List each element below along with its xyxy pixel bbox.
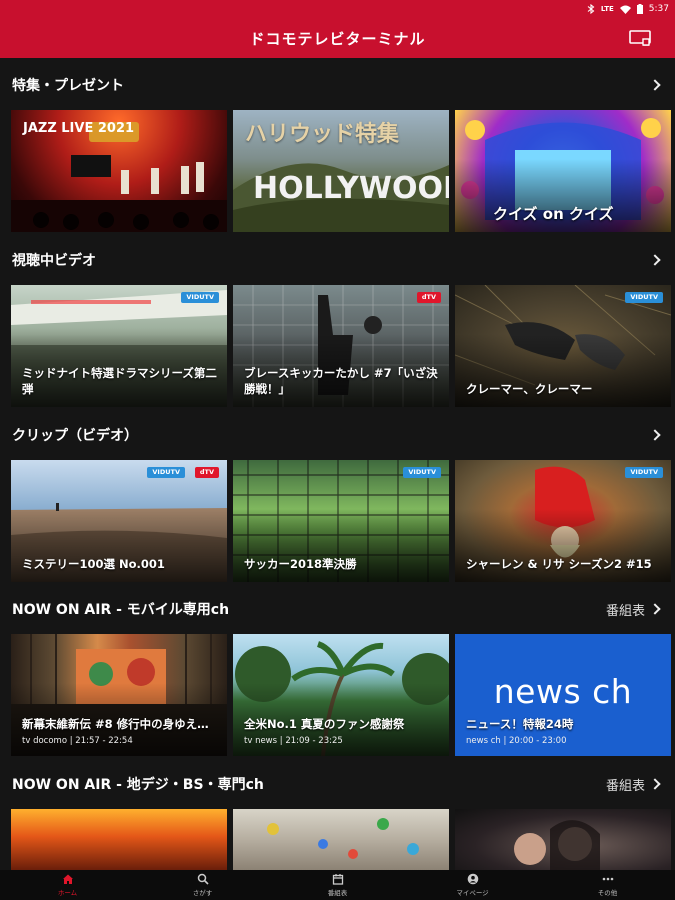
chevron-right-icon[interactable] <box>649 429 661 441</box>
vidutv-badge: VIDUTV <box>147 467 185 478</box>
svg-text:HOLLYWOOD: HOLLYWOOD <box>253 171 449 206</box>
card-quiz[interactable]: クイズ on クイズ <box>455 110 671 232</box>
card-couple[interactable] <box>455 809 671 870</box>
app-bar: ドコモテレビターミナル <box>0 18 675 58</box>
section-title: NOW ON AIR - モバイル専用ch <box>12 602 230 618</box>
section-broadcast-channels: NOW ON AIR - 地デジ・BS・専門ch 番組表 <box>0 759 675 870</box>
home-icon <box>62 874 73 884</box>
chevron-right-icon <box>649 603 661 615</box>
search-icon <box>197 873 209 885</box>
news-channel-logo: news ch <box>493 672 633 711</box>
nav-label: 番組表 <box>327 889 348 897</box>
card-title: ミッドナイト特選ドラマシリーズ第二弾 <box>22 366 217 396</box>
climbing-wall-image <box>267 818 419 859</box>
dtv-badge: dTV <box>194 467 219 478</box>
app-title: ドコモテレビターミナル <box>249 29 426 48</box>
chevron-right-icon <box>649 778 661 790</box>
card-title: クイズ on クイズ <box>493 205 614 223</box>
program-guide-label: 番組表 <box>605 603 645 619</box>
section-header: NOW ON AIR - モバイル専用ch 番組表 <box>0 584 675 634</box>
section-watching: 視聴中ビデオ VIDUTV ミッドナイト特選ドラマシリーズ第二弾 dTV ブレー… <box>0 235 675 407</box>
card-title: クレーマー、クレーマー <box>466 382 593 396</box>
program-guide-label: 番組表 <box>605 778 645 794</box>
card-title: ハリウッド特集 <box>245 122 400 147</box>
chevron-right-icon[interactable] <box>649 79 661 91</box>
card-jazz-live[interactable]: JAZZ LIVE 2021 <box>11 110 227 232</box>
more-icon <box>602 877 613 881</box>
nav-search[interactable]: さがす <box>135 870 270 900</box>
card-channel-time: tv docomo | 21:57 - 22:54 <box>22 736 133 746</box>
card-kramer[interactable]: VIDUTV クレーマー、クレーマー <box>455 285 671 407</box>
vidutv-badge: VIDUTV <box>625 467 663 478</box>
card-soccer[interactable]: VIDUTV サッカー2018準決勝 <box>233 460 449 582</box>
card-title: 全米No.1 真夏のファン感謝祭 <box>244 717 405 731</box>
nav-label: さがす <box>192 889 213 897</box>
couple-image <box>514 820 600 870</box>
card-title: ミステリー100選 No.001 <box>22 557 165 571</box>
dtv-badge: dTV <box>416 292 441 303</box>
nav-mypage[interactable]: マイページ <box>405 870 540 900</box>
card-bakumatsu[interactable]: 新幕末維新伝 #8 修行中の身ゆえ… tv docomo | 21:57 - 2… <box>11 634 227 756</box>
nav-label: マイページ <box>456 889 489 897</box>
section-title: 視聴中ビデオ <box>12 253 96 269</box>
card-title: ニュース！特報24時 <box>466 717 574 731</box>
section-clips: クリップ（ビデオ） VIDUTV dTV ミステリー100選 No.001 VI… <box>0 410 675 582</box>
section-header[interactable]: クリップ（ビデオ） <box>0 410 675 460</box>
card-sharen[interactable]: VIDUTV シャーレン & リサ シーズン2 #15 <box>455 460 671 582</box>
section-header: NOW ON AIR - 地デジ・BS・専門ch 番組表 <box>0 759 675 809</box>
card-beach[interactable]: 全米No.1 真夏のファン感謝祭 tv news | 21:09 - 23:25 <box>233 634 449 756</box>
section-title: クリップ（ビデオ） <box>12 428 138 444</box>
card-news[interactable]: news ch ニュース！特報24時 news ch | 20:00 - 23:… <box>455 634 671 756</box>
nav-label: ホーム <box>57 889 78 897</box>
status-time: 5:37 <box>648 4 669 14</box>
card-hollywood[interactable]: HOLLYWOOD ハリウッド特集 <box>233 110 449 232</box>
section-header[interactable]: 特集・プレゼント <box>0 60 675 110</box>
card-mystery[interactable]: VIDUTV dTV ミステリー100選 No.001 <box>11 460 227 582</box>
bluetooth-icon <box>587 4 595 14</box>
chevron-right-icon[interactable] <box>649 254 661 266</box>
nav-more[interactable]: その他 <box>540 870 675 900</box>
card-climbing[interactable] <box>233 809 449 870</box>
card-keeper[interactable]: dTV ブレースキッカーたかし #7「いざ決勝戦！」 <box>233 285 449 407</box>
bottom-nav: ホーム さがす 番組表 マイページ その他 <box>0 870 675 900</box>
wifi-icon <box>619 5 631 14</box>
battery-icon <box>636 4 643 14</box>
status-bar: LTE 5:37 <box>0 0 675 18</box>
vidutv-badge: VIDUTV <box>403 467 441 478</box>
nav-label: その他 <box>597 889 618 897</box>
card-midnight-drama[interactable]: VIDUTV ミッドナイト特選ドラマシリーズ第二弾 <box>11 285 227 407</box>
card-channel-time: news ch | 20:00 - 23:00 <box>466 736 567 746</box>
nav-program-guide[interactable]: 番組表 <box>270 870 405 900</box>
program-guide-link[interactable]: 番組表 <box>606 775 663 794</box>
lte-icon: LTE <box>600 5 614 13</box>
program-guide-link[interactable]: 番組表 <box>606 600 663 619</box>
calendar-icon <box>332 874 343 885</box>
vidutv-badge: VIDUTV <box>625 292 663 303</box>
card-title: シャーレン & リサ シーズン2 #15 <box>466 557 652 571</box>
card-title: サッカー2018準決勝 <box>244 557 357 571</box>
person-icon <box>467 873 478 885</box>
section-title: 特集・プレゼント <box>12 78 124 94</box>
card-channel-time: tv news | 21:09 - 23:25 <box>244 736 343 746</box>
card-title: ブレースキッカーたかし #7「いざ決勝戦！」 <box>244 366 438 396</box>
section-featured: 特集・プレゼント JAZZ LIVE 2021 HOLLYWOOD ハリウッド特… <box>0 60 675 232</box>
section-title: NOW ON AIR - 地デジ・BS・専門ch <box>12 777 264 793</box>
section-mobile-channels: NOW ON AIR - モバイル専用ch 番組表 新幕末維新伝 #8 修行中の… <box>0 584 675 756</box>
section-header[interactable]: 視聴中ビデオ <box>0 235 675 285</box>
vidutv-badge: VIDUTV <box>181 292 219 303</box>
nav-home[interactable]: ホーム <box>0 870 135 900</box>
card-title: JAZZ LIVE 2021 <box>23 121 135 136</box>
card-title: 新幕末維新伝 #8 修行中の身ゆえ… <box>22 717 209 731</box>
card-fire[interactable] <box>11 809 227 870</box>
cast-icon[interactable] <box>629 30 651 46</box>
